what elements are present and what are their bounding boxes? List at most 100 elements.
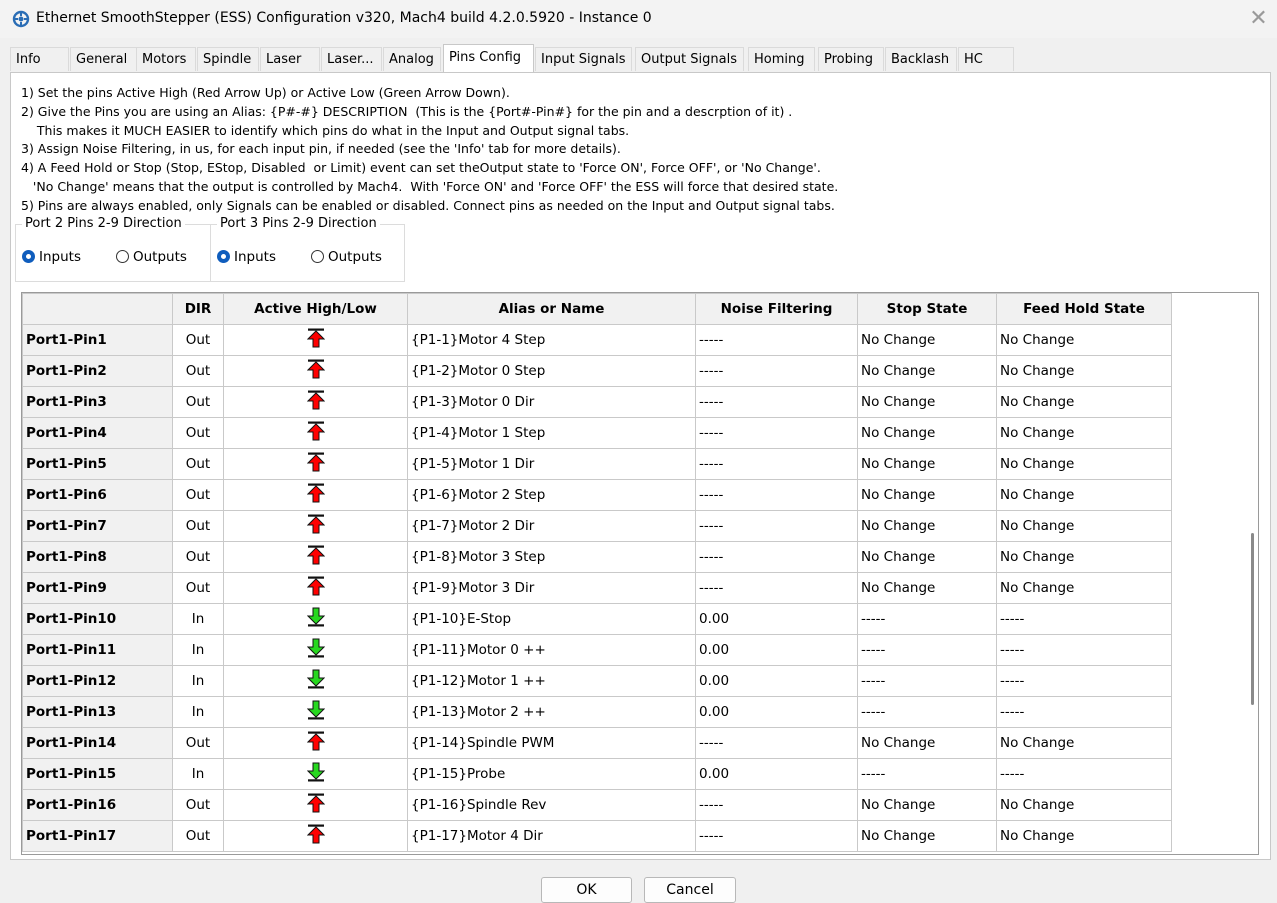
red-arrow-up-icon[interactable]	[306, 452, 325, 476]
column-header-noise[interactable]: Noise Filtering	[695, 293, 858, 325]
row-header[interactable]: Port1-Pin1	[22, 324, 173, 356]
green-arrow-down-icon[interactable]	[306, 669, 325, 693]
stop-state-cell[interactable]: No Change	[857, 355, 997, 387]
active-state-cell[interactable]	[223, 727, 408, 759]
port3-outputs-radio[interactable]: Outputs	[311, 249, 382, 265]
alias-cell[interactable]: {P1-11}Motor 0 ++	[407, 634, 696, 666]
green-arrow-down-icon[interactable]	[306, 638, 325, 662]
alias-cell[interactable]: {P1-1}Motor 4 Step	[407, 324, 696, 356]
stop-state-cell[interactable]: No Change	[857, 448, 997, 480]
green-arrow-down-icon[interactable]	[306, 762, 325, 786]
column-header-dir[interactable]: DIR	[172, 293, 224, 325]
active-state-cell[interactable]	[223, 324, 408, 356]
active-state-cell[interactable]	[223, 665, 408, 697]
red-arrow-up-icon[interactable]	[306, 576, 325, 600]
red-arrow-up-icon[interactable]	[306, 328, 325, 352]
feed-hold-state-cell[interactable]: -----	[996, 696, 1172, 728]
active-state-cell[interactable]	[223, 634, 408, 666]
tab-general[interactable]: General	[70, 47, 141, 71]
table-row[interactable]: Port1-Pin10 In {P1-10}E-Stop 0.00 ----- -----	[22, 603, 1172, 635]
red-arrow-up-icon[interactable]	[306, 514, 325, 538]
row-header[interactable]: Port1-Pin8	[22, 541, 173, 573]
ok-button[interactable]: OK	[541, 877, 632, 903]
alias-cell[interactable]: {P1-14}Spindle PWM	[407, 727, 696, 759]
row-header[interactable]: Port1-Pin3	[22, 386, 173, 418]
row-header[interactable]: Port1-Pin16	[22, 789, 173, 821]
stop-state-cell[interactable]: -----	[857, 696, 997, 728]
port2-inputs-radio[interactable]: Inputs	[22, 249, 81, 265]
table-row[interactable]: Port1-Pin9 Out {P1-9}Motor 3 Dir ----- No Ch…	[22, 572, 1172, 604]
row-header[interactable]: Port1-Pin2	[22, 355, 173, 387]
red-arrow-up-icon[interactable]	[306, 421, 325, 445]
red-arrow-up-icon[interactable]	[306, 824, 325, 848]
row-header[interactable]: Port1-Pin13	[22, 696, 173, 728]
row-header[interactable]: Port1-Pin17	[22, 820, 173, 852]
feed-hold-state-cell[interactable]: -----	[996, 634, 1172, 666]
feed-hold-state-cell[interactable]: No Change	[996, 324, 1172, 356]
dir-cell[interactable]: Out	[172, 355, 224, 387]
tab-spindle[interactable]: Spindle	[197, 47, 259, 71]
feed-hold-state-cell[interactable]: No Change	[996, 355, 1172, 387]
column-header-feed-hold-state[interactable]: Feed Hold State	[996, 293, 1172, 325]
feed-hold-state-cell[interactable]: -----	[996, 603, 1172, 635]
row-header[interactable]: Port1-Pin12	[22, 665, 173, 697]
stop-state-cell[interactable]: No Change	[857, 820, 997, 852]
alias-cell[interactable]: {P1-16}Spindle Rev	[407, 789, 696, 821]
noise-filtering-cell[interactable]: -----	[695, 541, 858, 573]
feed-hold-state-cell[interactable]: No Change	[996, 572, 1172, 604]
noise-filtering-cell[interactable]: -----	[695, 479, 858, 511]
red-arrow-up-icon[interactable]	[306, 359, 325, 383]
dir-cell[interactable]: Out	[172, 789, 224, 821]
dir-cell[interactable]: In	[172, 696, 224, 728]
dir-cell[interactable]: Out	[172, 386, 224, 418]
table-row[interactable]: Port1-Pin12 In {P1-12}Motor 1 ++ 0.00 ----- -…	[22, 665, 1172, 697]
table-row[interactable]: Port1-Pin4 Out {P1-4}Motor 1 Step ----- No C…	[22, 417, 1172, 449]
row-header[interactable]: Port1-Pin5	[22, 448, 173, 480]
dir-cell[interactable]: Out	[172, 479, 224, 511]
dir-cell[interactable]: In	[172, 665, 224, 697]
red-arrow-up-icon[interactable]	[306, 793, 325, 817]
row-header[interactable]: Port1-Pin15	[22, 758, 173, 790]
table-row[interactable]: Port1-Pin11 In {P1-11}Motor 0 ++ 0.00 ----- -…	[22, 634, 1172, 666]
stop-state-cell[interactable]: -----	[857, 758, 997, 790]
feed-hold-state-cell[interactable]: No Change	[996, 386, 1172, 418]
feed-hold-state-cell[interactable]: No Change	[996, 541, 1172, 573]
table-row[interactable]: Port1-Pin2 Out {P1-2}Motor 0 Step ----- No C…	[22, 355, 1172, 387]
noise-filtering-cell[interactable]: 0.00	[695, 603, 858, 635]
noise-filtering-cell[interactable]: -----	[695, 324, 858, 356]
noise-filtering-cell[interactable]: 0.00	[695, 758, 858, 790]
alias-cell[interactable]: {P1-3}Motor 0 Dir	[407, 386, 696, 418]
active-state-cell[interactable]	[223, 386, 408, 418]
tab-backlash[interactable]: Backlash	[885, 47, 957, 71]
column-header-active[interactable]: Active High/Low	[223, 293, 408, 325]
dir-cell[interactable]: Out	[172, 572, 224, 604]
stop-state-cell[interactable]: No Change	[857, 386, 997, 418]
column-header-stop-state[interactable]: Stop State	[857, 293, 997, 325]
red-arrow-up-icon[interactable]	[306, 545, 325, 569]
stop-state-cell[interactable]: No Change	[857, 417, 997, 449]
feed-hold-state-cell[interactable]: No Change	[996, 510, 1172, 542]
noise-filtering-cell[interactable]: -----	[695, 448, 858, 480]
table-row[interactable]: Port1-Pin1 Out {P1-1}Motor 4 Step ----- No C…	[22, 324, 1172, 356]
active-state-cell[interactable]	[223, 479, 408, 511]
tab-laser[interactable]: Laser	[260, 47, 320, 71]
table-row[interactable]: Port1-Pin16 Out {P1-16}Spindle Rev ----- No …	[22, 789, 1172, 821]
table-row[interactable]: Port1-Pin7 Out {P1-7}Motor 2 Dir ----- No Ch…	[22, 510, 1172, 542]
vertical-scrollbar[interactable]	[1251, 533, 1254, 705]
stop-state-cell[interactable]: No Change	[857, 510, 997, 542]
noise-filtering-cell[interactable]: -----	[695, 417, 858, 449]
row-header[interactable]: Port1-Pin11	[22, 634, 173, 666]
stop-state-cell[interactable]: No Change	[857, 324, 997, 356]
feed-hold-state-cell[interactable]: No Change	[996, 727, 1172, 759]
column-header-corner[interactable]	[22, 293, 173, 325]
tab-homing[interactable]: Homing	[748, 47, 815, 71]
active-state-cell[interactable]	[223, 417, 408, 449]
feed-hold-state-cell[interactable]: No Change	[996, 417, 1172, 449]
noise-filtering-cell[interactable]: -----	[695, 820, 858, 852]
table-row[interactable]: Port1-Pin6 Out {P1-6}Motor 2 Step ----- No C…	[22, 479, 1172, 511]
row-header[interactable]: Port1-Pin10	[22, 603, 173, 635]
noise-filtering-cell[interactable]: -----	[695, 510, 858, 542]
table-row[interactable]: Port1-Pin14 Out {P1-14}Spindle PWM ----- No …	[22, 727, 1172, 759]
table-row[interactable]: Port1-Pin17 Out {P1-17}Motor 4 Dir ----- No …	[22, 820, 1172, 852]
noise-filtering-cell[interactable]: 0.00	[695, 665, 858, 697]
